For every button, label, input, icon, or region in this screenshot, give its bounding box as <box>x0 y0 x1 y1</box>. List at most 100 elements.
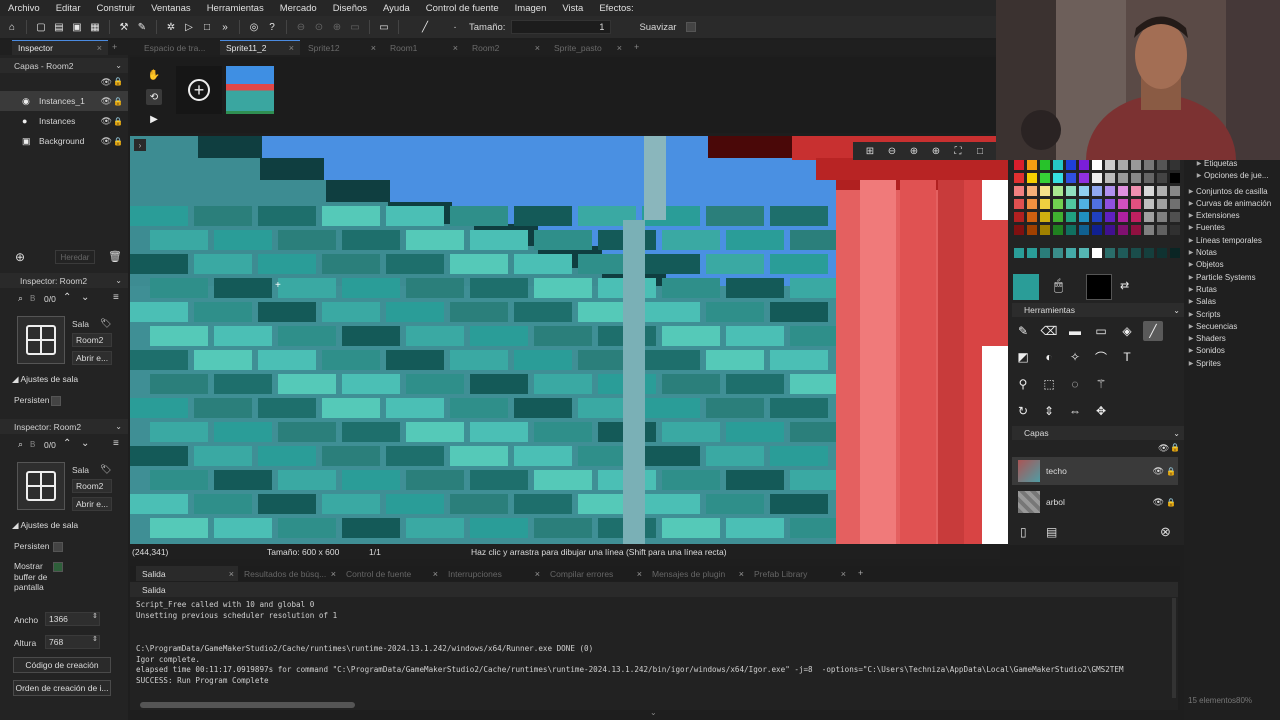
color-swatch[interactable] <box>1040 212 1050 222</box>
color-swatch[interactable] <box>1170 160 1180 170</box>
inherit-button[interactable]: Heredar <box>55 250 95 264</box>
menu-archivo[interactable]: Archivo <box>0 3 48 14</box>
help-circle-icon[interactable]: ? <box>264 19 280 35</box>
color-swatch[interactable] <box>1079 248 1089 258</box>
menu-editar[interactable]: Editar <box>48 3 89 14</box>
pencil-icon[interactable]: ✎ <box>1013 321 1033 341</box>
eye-icon[interactable]: 👁 <box>101 136 112 147</box>
color-swatch[interactable] <box>1040 186 1050 196</box>
zoom-out-icon[interactable]: ⊖ <box>293 19 309 35</box>
color-swatch[interactable] <box>1053 160 1063 170</box>
color-swatch[interactable] <box>1040 225 1050 235</box>
asset-folder[interactable]: ▶ Sonidos <box>1186 345 1225 357</box>
color-swatch[interactable] <box>1131 248 1141 258</box>
color-swatch[interactable] <box>1092 225 1102 235</box>
menu-icon[interactable]: ≡ <box>113 438 119 449</box>
persistent-checkbox[interactable] <box>53 542 63 552</box>
color-swatch[interactable] <box>1079 225 1089 235</box>
close-icon[interactable]: × <box>331 569 336 579</box>
wand-icon[interactable]: ✧ <box>1065 347 1085 367</box>
layer-instances-1[interactable]: ◉ Instances_1 👁 🔒 <box>0 91 128 111</box>
rectangle-icon[interactable]: ◩ <box>1013 347 1033 367</box>
expand-arrow-icon[interactable]: ▶ <box>1186 200 1196 207</box>
color-swatch[interactable] <box>1066 225 1076 235</box>
color-swatch[interactable] <box>1144 173 1154 183</box>
fullscreen-icon[interactable]: ⛶ <box>949 146 967 157</box>
expand-arrow-icon[interactable]: ▶ <box>1186 298 1196 305</box>
tab-prefab-library[interactable]: Prefab Library × <box>748 566 850 581</box>
stop-icon[interactable]: □ <box>199 19 215 35</box>
add-tab-icon[interactable]: + <box>634 42 639 52</box>
room-settings-section[interactable]: ◢ Ajustes de sala <box>12 374 78 385</box>
eye-icon[interactable]: 👁 <box>1153 466 1164 477</box>
color-swatch[interactable] <box>1157 199 1167 209</box>
asset-folder[interactable]: ▶ Objetos <box>1186 259 1224 271</box>
creation-code-button[interactable]: Código de creación <box>13 657 111 673</box>
color-swatch[interactable] <box>1144 225 1154 235</box>
color-swatch[interactable] <box>1027 160 1037 170</box>
eraser-icon[interactable]: ⌫ <box>1039 321 1059 341</box>
color-swatch[interactable] <box>1157 186 1167 196</box>
eyedropper-icon[interactable]: ⚲ <box>1013 374 1033 394</box>
room-name-field[interactable]: Room2 <box>72 479 112 493</box>
color-swatch[interactable] <box>1040 173 1050 183</box>
lock-icon[interactable]: 🔒 <box>113 117 123 126</box>
color-swatch[interactable] <box>1157 225 1167 235</box>
save-all-icon[interactable]: ▦ <box>87 19 103 35</box>
lasso-icon[interactable]: ◌ <box>1065 374 1085 394</box>
close-icon[interactable]: × <box>289 43 294 53</box>
color-swatch[interactable] <box>1053 212 1063 222</box>
color-swatch[interactable] <box>1014 160 1024 170</box>
search-icon[interactable]: ⌕ <box>18 293 23 304</box>
lock-icon[interactable]: 🔒 <box>113 137 123 146</box>
color-swatch[interactable] <box>1014 225 1024 235</box>
asset-folder[interactable]: ▶ Scripts <box>1186 308 1221 320</box>
close-icon[interactable]: × <box>535 569 540 579</box>
persistent-checkbox[interactable] <box>51 396 61 406</box>
color-swatch[interactable] <box>1170 248 1180 258</box>
expand-arrow-icon[interactable]: ▶ <box>1186 237 1196 244</box>
color-swatch[interactable] <box>1040 199 1050 209</box>
color-swatch[interactable] <box>1092 248 1102 258</box>
lock-icon[interactable]: 🔒 <box>113 77 123 86</box>
magic-wand-icon[interactable]: ⚚ <box>1091 374 1111 394</box>
search-input[interactable]: B <box>30 294 35 303</box>
color-swatch[interactable] <box>1105 160 1115 170</box>
fit-icon[interactable]: ▭ <box>347 19 363 35</box>
color-swatch[interactable] <box>1170 225 1180 235</box>
target-icon[interactable]: ◎ <box>246 19 262 35</box>
frame-thumbnail[interactable] <box>226 66 274 114</box>
color-swatch[interactable] <box>1092 186 1102 196</box>
asset-folder[interactable]: ▶ Líneas temporales <box>1186 234 1262 246</box>
line-tool-icon[interactable]: ╱ <box>405 19 445 35</box>
smooth-checkbox[interactable] <box>686 22 697 32</box>
menu-ventanas[interactable]: Ventanas <box>143 3 199 14</box>
close-icon[interactable]: × <box>637 569 642 579</box>
color-swatch[interactable] <box>1118 225 1128 235</box>
monitor-icon[interactable]: ▭ <box>376 19 392 35</box>
close-icon[interactable]: × <box>535 43 540 53</box>
close-icon[interactable]: × <box>739 569 744 579</box>
hand-icon[interactable]: ✋ <box>146 67 162 83</box>
color-swatch[interactable] <box>1079 199 1089 209</box>
expand-arrow-icon[interactable]: ▶ <box>1186 347 1196 354</box>
expand-arrow-icon[interactable]: ▶ <box>1186 360 1196 367</box>
color-swatch[interactable] <box>1170 199 1180 209</box>
tag-icon[interactable]: 🏷 <box>100 464 111 475</box>
color-swatch[interactable] <box>1118 248 1128 258</box>
expand-arrow-icon[interactable]: ▶ <box>1186 323 1196 330</box>
color-swatch[interactable] <box>1144 186 1154 196</box>
open-editor-button[interactable]: Abrir e... <box>72 351 112 365</box>
stepper-icon[interactable]: ⇕ <box>92 612 98 620</box>
lock-icon[interactable]: 🔒 <box>113 97 123 106</box>
zoom-fit-icon[interactable]: ⊕ <box>927 146 945 157</box>
search-input[interactable]: B <box>30 440 35 449</box>
color-swatch[interactable] <box>1105 173 1115 183</box>
eye-icon[interactable]: 👁 <box>101 116 112 127</box>
add-frame-button[interactable]: + <box>176 66 222 114</box>
color-swatch[interactable] <box>1040 160 1050 170</box>
color-swatch[interactable] <box>1027 173 1037 183</box>
lock-icon[interactable]: 🔒 <box>1166 467 1176 476</box>
frame-icon[interactable]: □ <box>971 146 989 157</box>
add-tab-icon[interactable]: + <box>112 42 117 52</box>
